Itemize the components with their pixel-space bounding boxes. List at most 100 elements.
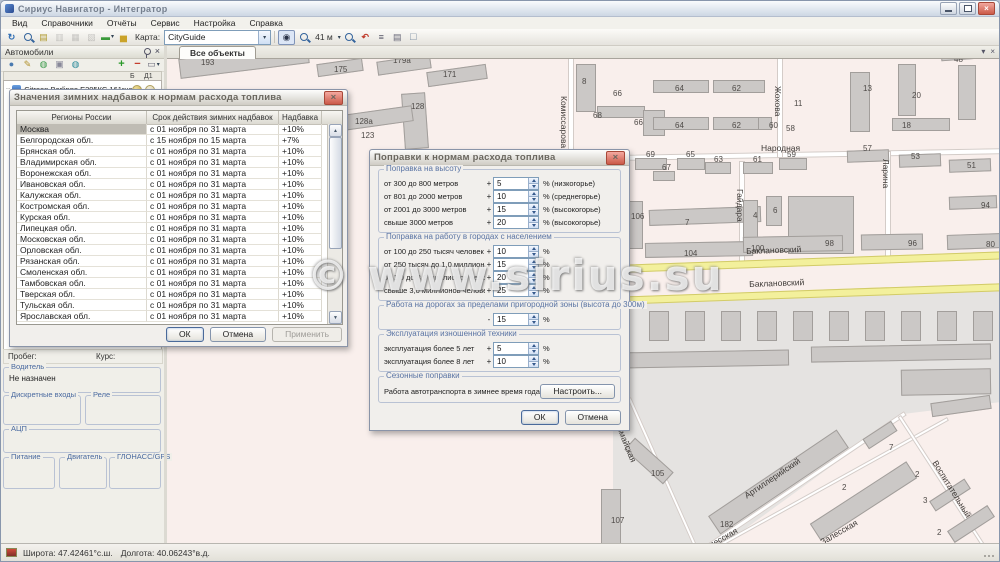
winter-table-row[interactable]: Брянская обл.с 01 ноября по 31 марта+10% bbox=[17, 146, 328, 157]
menu-help[interactable]: Справка bbox=[244, 18, 289, 28]
spin-down-icon[interactable] bbox=[528, 197, 538, 202]
minimize-button[interactable] bbox=[940, 2, 957, 15]
close-button[interactable]: × bbox=[978, 2, 995, 15]
refresh-icon[interactable] bbox=[4, 31, 19, 44]
tab-all-objects[interactable]: Все объекты bbox=[179, 46, 256, 59]
zoom-out-icon[interactable] bbox=[342, 31, 357, 44]
winter-table-row[interactable]: Тверская обл.с 01 ноября по 31 марта+10% bbox=[17, 289, 328, 300]
winter-table-row[interactable]: Орловская обл.с 01 ноября по 31 марта+10… bbox=[17, 245, 328, 256]
filter-icon[interactable] bbox=[84, 31, 99, 44]
remove-icon[interactable] bbox=[130, 58, 145, 71]
menu-directories[interactable]: Справочники bbox=[35, 18, 99, 28]
pin-icon[interactable] bbox=[144, 48, 151, 55]
winter-dialog-titlebar[interactable]: Значения зимних надбавок к нормам расход… bbox=[10, 90, 347, 106]
winter-table-row[interactable]: Ивановская обл.с 01 ноября по 31 марта+1… bbox=[17, 179, 328, 190]
winter-table-row[interactable]: Московская обл.с 01 ноября по 31 марта+1… bbox=[17, 234, 328, 245]
winter-apply-button[interactable]: Применить bbox=[272, 327, 342, 342]
winter-table-row[interactable]: Тульская обл.с 01 ноября по 31 марта+10% bbox=[17, 300, 328, 311]
winter-cancel-button[interactable]: Отмена bbox=[210, 327, 267, 342]
tab-list-icon[interactable]: ▾ bbox=[981, 47, 985, 56]
winter-table-row[interactable]: Калужская обл.с 01 ноября по 31 марта+10… bbox=[17, 190, 328, 201]
winter-table-scrollbar[interactable]: ▲ ▼ bbox=[327, 124, 342, 324]
winter-table-row[interactable]: Ярославская обл.с 01 ноября по 31 марта+… bbox=[17, 311, 328, 322]
winter-table-row[interactable]: Смоленская обл.с 01 ноября по 31 марта+1… bbox=[17, 267, 328, 278]
correction-value-input[interactable]: 10 bbox=[493, 245, 539, 258]
winter-table-row[interactable]: Липецкая обл.с 01 ноября по 31 марта+10% bbox=[17, 223, 328, 234]
zoom-level-label[interactable]: 41 м bbox=[315, 32, 333, 42]
scroll-up-icon[interactable]: ▲ bbox=[329, 124, 342, 137]
winter-col-period[interactable]: Срок действия зимних надбавок bbox=[147, 111, 279, 124]
spin-down-icon[interactable] bbox=[528, 278, 538, 283]
add-icon[interactable] bbox=[114, 58, 129, 71]
rows-icon[interactable] bbox=[68, 31, 83, 44]
pencil-icon[interactable] bbox=[20, 58, 35, 71]
zoom-chevron-icon[interactable]: ▾ bbox=[338, 34, 341, 41]
zoom-in-icon[interactable] bbox=[296, 31, 311, 44]
winter-table-row[interactable]: Курская обл.с 01 ноября по 31 марта+10% bbox=[17, 212, 328, 223]
map-select[interactable]: CityGuide ▾ bbox=[164, 30, 271, 45]
scroll-down-icon[interactable]: ▼ bbox=[329, 311, 342, 324]
correction-value-input[interactable]: 10 bbox=[493, 355, 539, 368]
winter-table-row[interactable]: Тамбовская обл.с 01 ноября по 31 марта+1… bbox=[17, 278, 328, 289]
correction-value-input[interactable]: 25 bbox=[493, 284, 539, 297]
scrollbar-thumb[interactable] bbox=[329, 137, 342, 249]
correction-value-input[interactable]: 15 bbox=[493, 313, 539, 326]
winter-col-region[interactable]: Регионы России bbox=[17, 111, 147, 124]
edit-grid-icon[interactable] bbox=[36, 31, 51, 44]
notes-icon[interactable] bbox=[390, 31, 405, 44]
winter-table-row[interactable]: Белгородская обл.с 15 ноября по 15 марта… bbox=[17, 135, 328, 146]
spin-down-icon[interactable] bbox=[528, 265, 538, 270]
spin-down-icon[interactable] bbox=[528, 210, 538, 215]
search-icon[interactable] bbox=[20, 31, 35, 44]
list-icon[interactable] bbox=[374, 31, 389, 44]
photo-icon[interactable] bbox=[52, 58, 67, 71]
winter-table-row[interactable]: Костромская обл.с 01 ноября по 31 марта+… bbox=[17, 201, 328, 212]
menu-service[interactable]: Сервис bbox=[145, 18, 186, 28]
card-icon[interactable] bbox=[146, 58, 161, 71]
undo-icon[interactable] bbox=[358, 31, 373, 44]
columns-icon[interactable] bbox=[52, 31, 67, 44]
winter-table-row[interactable]: Владимирская обл.с 01 ноября по 31 марта… bbox=[17, 157, 328, 168]
marker-toggle-icon[interactable] bbox=[278, 30, 295, 45]
checkbox-icon[interactable] bbox=[406, 31, 421, 44]
spin-down-icon[interactable] bbox=[528, 184, 538, 189]
correction-value-input[interactable]: 10 bbox=[493, 190, 539, 203]
world-icon[interactable] bbox=[68, 58, 83, 71]
winter-dialog-close-icon[interactable]: × bbox=[324, 91, 343, 105]
menu-view[interactable]: Вид bbox=[6, 18, 33, 28]
vehicle-icon[interactable] bbox=[100, 31, 115, 44]
winter-col-value[interactable]: Надбавка bbox=[279, 111, 322, 124]
chart-icon[interactable] bbox=[116, 31, 131, 44]
globe-icon[interactable] bbox=[36, 58, 51, 71]
spin-down-icon[interactable] bbox=[528, 223, 538, 228]
spin-down-icon[interactable] bbox=[528, 320, 538, 325]
spin-down-icon[interactable] bbox=[528, 362, 538, 367]
tab-close-icon[interactable]: × bbox=[990, 47, 995, 56]
menu-reports[interactable]: Отчёты bbox=[101, 18, 143, 28]
seasonal-configure-button[interactable]: Настроить... bbox=[540, 384, 615, 399]
correction-value-input[interactable]: 15 bbox=[493, 203, 539, 216]
corrections-dialog-close-icon[interactable]: × bbox=[606, 151, 625, 165]
correction-value-input[interactable]: 5 bbox=[493, 342, 539, 355]
chevron-down-icon[interactable]: ▾ bbox=[258, 31, 270, 44]
map-building bbox=[178, 58, 309, 79]
spin-down-icon[interactable] bbox=[528, 252, 538, 257]
correction-value-input[interactable]: 20 bbox=[493, 216, 539, 229]
winter-table-row[interactable]: Воронежская обл.с 01 ноября по 31 марта+… bbox=[17, 168, 328, 179]
correction-value-input[interactable]: 15 bbox=[493, 258, 539, 271]
winter-ok-button[interactable]: ОК bbox=[166, 327, 204, 342]
winter-table-row[interactable]: Рязанская обл.с 01 ноября по 31 марта+10… bbox=[17, 256, 328, 267]
title-bar[interactable]: Сириус Навигатор - Интегратор × bbox=[1, 1, 999, 17]
corrections-cancel-button[interactable]: Отмена bbox=[565, 410, 622, 425]
winter-table-row[interactable]: Москвас 01 ноября по 31 марта+10% bbox=[17, 124, 328, 135]
panel-close-icon[interactable]: × bbox=[155, 47, 160, 56]
menu-settings[interactable]: Настройка bbox=[188, 18, 242, 28]
spin-down-icon[interactable] bbox=[528, 349, 538, 354]
resize-grip[interactable] bbox=[984, 548, 994, 557]
restore-button[interactable] bbox=[959, 2, 976, 15]
correction-value-input[interactable]: 20 bbox=[493, 271, 539, 284]
driver-icon[interactable] bbox=[4, 58, 19, 71]
correction-value-input[interactable]: 5 bbox=[493, 177, 539, 190]
corrections-ok-button[interactable]: ОК bbox=[521, 410, 559, 425]
spin-down-icon[interactable] bbox=[528, 291, 538, 296]
